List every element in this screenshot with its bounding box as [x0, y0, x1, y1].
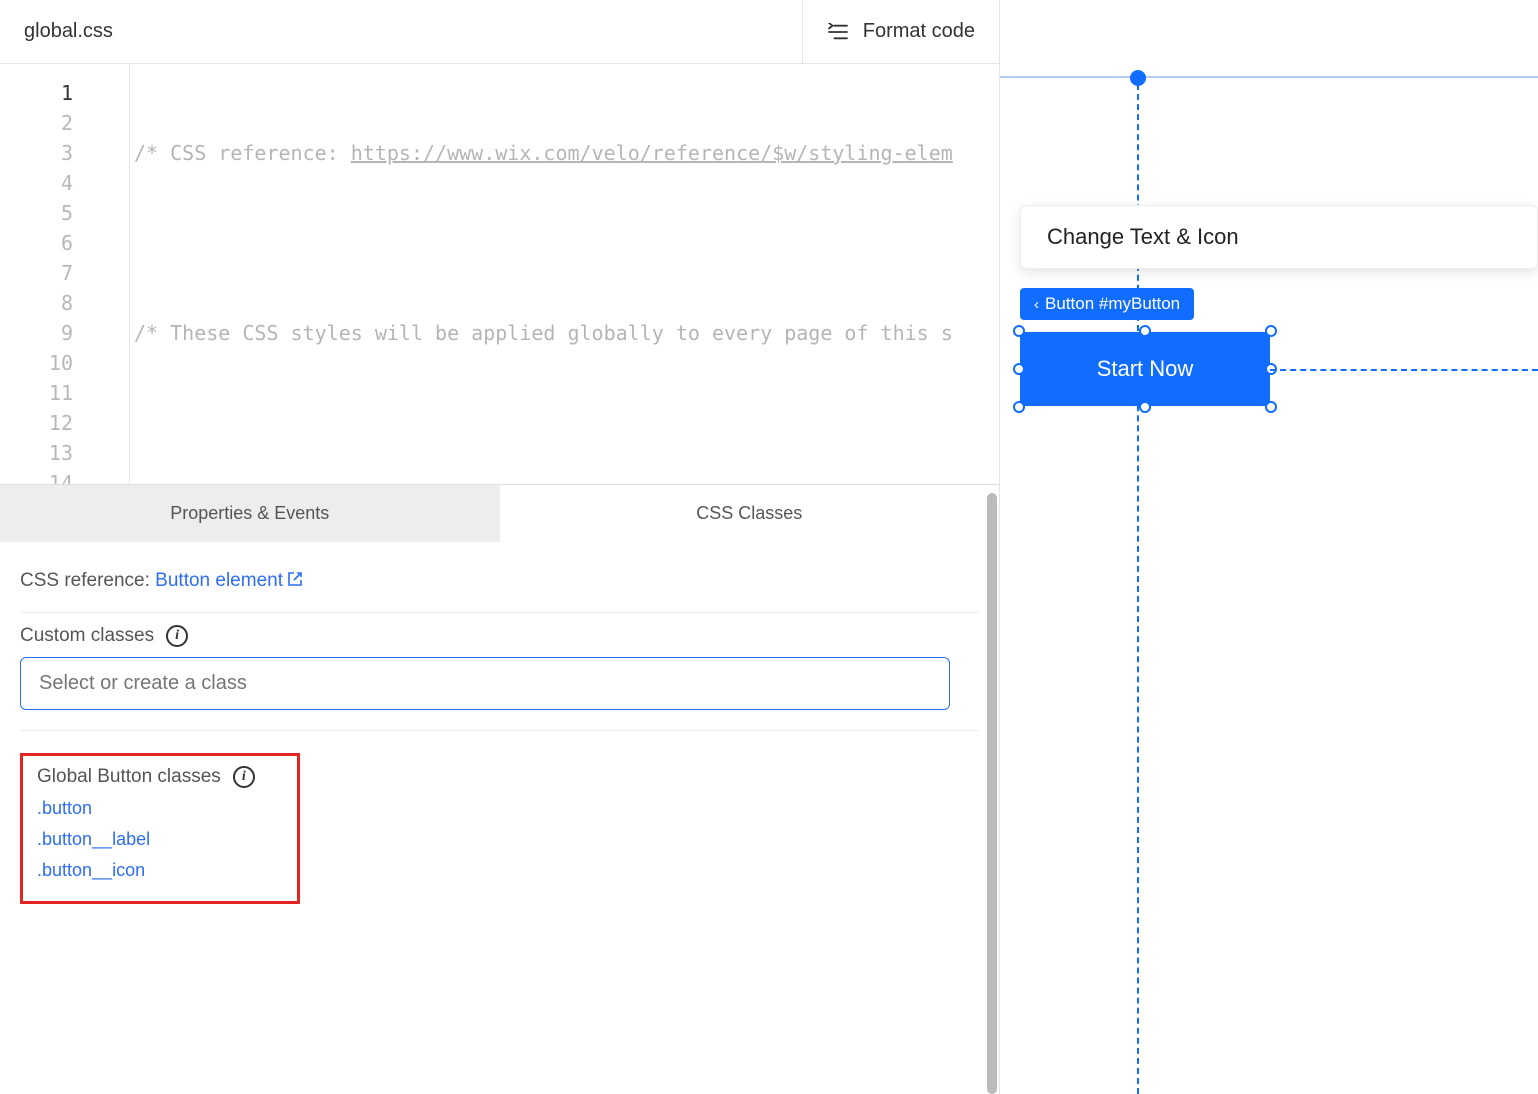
- button-label: Start Now: [1097, 356, 1194, 382]
- line-number: 9: [0, 318, 129, 348]
- global-class-item[interactable]: .button: [37, 798, 283, 819]
- line-number: 14: [0, 468, 129, 484]
- info-icon[interactable]: i: [166, 625, 188, 647]
- scrollbar[interactable]: [987, 493, 997, 1094]
- element-breadcrumb[interactable]: ‹ Button #myButton: [1020, 288, 1194, 320]
- global-classes-label-row: Global Button classes i: [37, 766, 283, 788]
- line-number: 8: [0, 288, 129, 318]
- resize-handle[interactable]: [1139, 401, 1151, 413]
- global-classes-box: Global Button classes i .button .button_…: [20, 753, 300, 904]
- horizontal-guide: [1270, 369, 1538, 371]
- panel-tabs: Properties & Events CSS Classes: [0, 485, 999, 542]
- global-class-item[interactable]: .button__label: [37, 829, 283, 850]
- line-number: 13: [0, 438, 129, 468]
- line-number: 6: [0, 228, 129, 258]
- filename: global.css: [0, 20, 802, 43]
- custom-classes-input[interactable]: [20, 657, 950, 710]
- line-number: 10: [0, 348, 129, 378]
- code-comment: /* These CSS styles will be applied glob…: [134, 321, 953, 345]
- line-number: 3: [0, 138, 129, 168]
- custom-classes-label: Custom classes: [20, 625, 154, 647]
- css-reference-link[interactable]: Button element: [155, 570, 303, 591]
- bottom-panel: Properties & Events CSS Classes CSS refe…: [0, 484, 999, 1094]
- line-number: 1: [0, 78, 129, 108]
- css-reference-row: CSS reference: Button element: [20, 558, 979, 613]
- chevron-left-icon: ‹: [1034, 296, 1039, 313]
- ruler[interactable]: [1000, 76, 1538, 78]
- line-gutter: 1 2 3 4 5 6 7 8 9 10 11 12 13 14: [0, 64, 130, 484]
- line-number: 11: [0, 378, 129, 408]
- code-url[interactable]: https://www.wix.com/velo/reference/$w/st…: [351, 141, 953, 165]
- code-comment: /* CSS reference:: [134, 141, 351, 165]
- global-class-item[interactable]: .button__icon: [37, 860, 283, 881]
- code-area[interactable]: /* CSS reference: https://www.wix.com/ve…: [130, 64, 999, 484]
- editor-header: global.css Format code: [0, 0, 999, 64]
- code-editor[interactable]: 1 2 3 4 5 6 7 8 9 10 11 12 13 14 /* CSS …: [0, 64, 999, 484]
- resize-handle[interactable]: [1013, 325, 1025, 337]
- info-icon[interactable]: i: [233, 766, 255, 788]
- breadcrumb-label: Button #myButton: [1045, 294, 1180, 314]
- custom-classes-label-row: Custom classes i: [20, 625, 979, 647]
- format-code-button[interactable]: Format code: [802, 0, 999, 63]
- resize-handle[interactable]: [1013, 401, 1025, 413]
- line-number: 7: [0, 258, 129, 288]
- design-canvas[interactable]: Change Text & Icon ‹ Button #myButton St…: [1000, 0, 1538, 1094]
- global-classes-label: Global Button classes: [37, 766, 221, 788]
- tab-properties-events[interactable]: Properties & Events: [0, 485, 500, 542]
- line-number: 12: [0, 408, 129, 438]
- resize-handle[interactable]: [1013, 363, 1025, 375]
- resize-handle[interactable]: [1139, 325, 1151, 337]
- change-text-icon-popover[interactable]: Change Text & Icon: [1020, 205, 1538, 269]
- line-number: 2: [0, 108, 129, 138]
- tab-css-classes[interactable]: CSS Classes: [500, 485, 1000, 542]
- format-code-label: Format code: [863, 20, 975, 43]
- resize-handle[interactable]: [1265, 401, 1277, 413]
- external-link-icon: [287, 571, 303, 587]
- css-reference-label: CSS reference:: [20, 570, 155, 591]
- format-icon: [827, 23, 849, 41]
- selected-button-element[interactable]: Start Now: [1020, 332, 1270, 406]
- line-number: 4: [0, 168, 129, 198]
- resize-handle[interactable]: [1265, 325, 1277, 337]
- line-number: 5: [0, 198, 129, 228]
